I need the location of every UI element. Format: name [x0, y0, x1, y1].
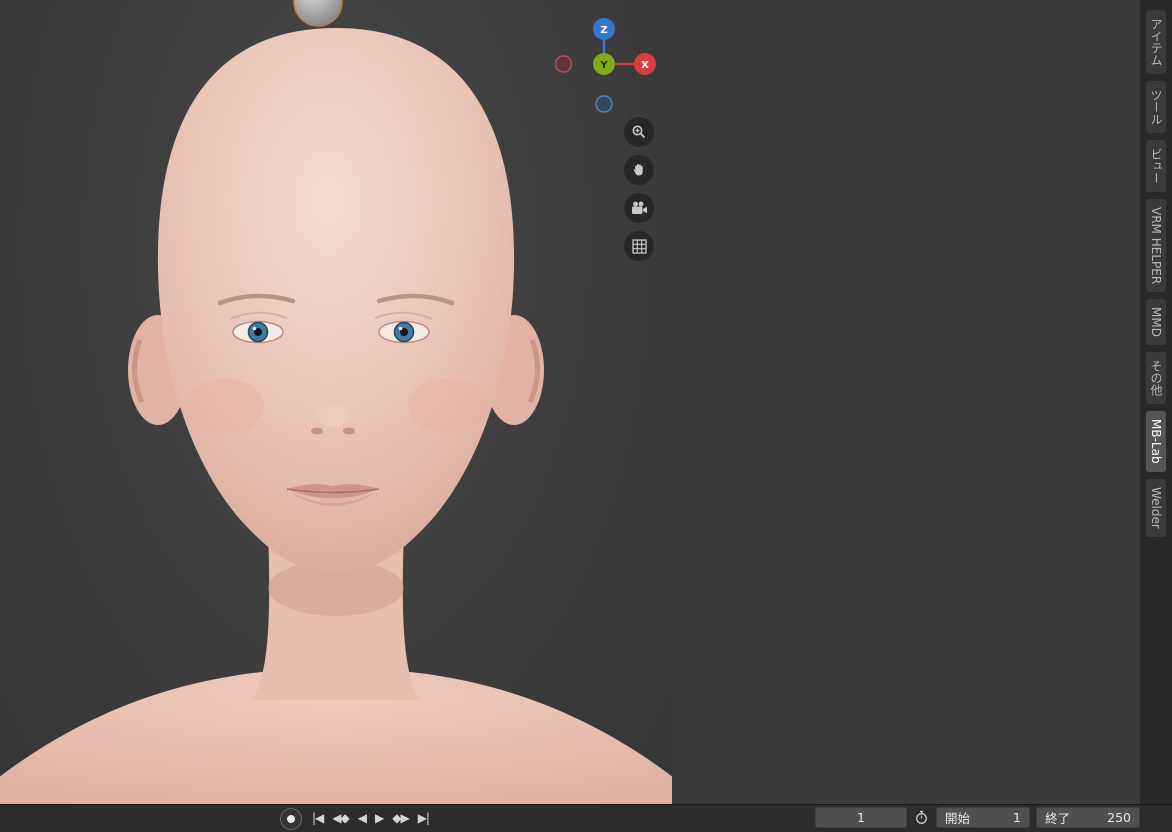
tab-other[interactable]: その他 — [1146, 352, 1166, 405]
gizmo-neg-x-ball[interactable] — [555, 55, 573, 73]
pan-hand-icon — [633, 164, 643, 176]
viewport-navigation-gizmo[interactable]: Z Y X — [555, 12, 665, 124]
zoom-icon — [632, 125, 646, 139]
camera-icon — [631, 201, 647, 214]
frame-end-value: 250 — [1107, 810, 1131, 825]
gizmo-y-ball[interactable]: Y — [593, 53, 615, 75]
gizmo-x-ball[interactable]: X — [634, 53, 656, 75]
frame-start-label: 開始 — [945, 811, 971, 826]
jump-to-end-button[interactable]: ▶| — [418, 811, 430, 825]
mblab-sidebar-panel: https://www.mblab.dev CREATION TOOLS Age… — [672, 0, 1140, 804]
play-button[interactable]: ▶ — [375, 811, 384, 825]
gizmo-z-ball[interactable]: Z — [593, 18, 615, 40]
tab-welder[interactable]: Welder — [1146, 478, 1166, 537]
zoom-button[interactable] — [624, 117, 654, 147]
viewport-tool-buttons — [624, 117, 656, 261]
grid-toggle-button[interactable] — [624, 231, 654, 261]
record-dot-icon — [287, 815, 295, 823]
current-frame-field[interactable]: 1 — [815, 807, 907, 828]
tab-tool[interactable]: ツール — [1146, 81, 1166, 133]
jump-to-start-button[interactable]: |◀ — [312, 811, 324, 825]
grid-icon — [631, 238, 647, 254]
next-keyframe-button[interactable]: ◆▶ — [392, 811, 409, 825]
frame-start-value: 1 — [1013, 810, 1021, 825]
gizmo-z-label: Z — [600, 25, 607, 36]
gizmo-y-label: Y — [599, 60, 608, 71]
playback-controls: |◀ ◀◆ ◀ ▶ ◆▶ ▶| — [312, 804, 430, 832]
tab-vrm-helper[interactable]: VRM HELPER — [1146, 199, 1166, 293]
prev-keyframe-button[interactable]: ◀◆ — [332, 811, 349, 825]
tab-mmd[interactable]: MMD — [1146, 299, 1166, 346]
pan-button[interactable] — [624, 155, 654, 185]
blender-window: Z Y X アイテム ツール ビュー VRM HELPER MMD その他 MB… — [0, 0, 1172, 832]
gizmo-neg-z-ball[interactable] — [595, 95, 613, 113]
frame-end-field[interactable]: 終了 250 — [1036, 807, 1140, 828]
3d-viewport[interactable]: Z Y X — [0, 0, 672, 804]
gizmo-x-label: X — [641, 60, 649, 71]
frame-start-field[interactable]: 開始 1 — [936, 807, 1030, 828]
record-button[interactable] — [280, 808, 302, 830]
tab-mblab[interactable]: MB-Lab — [1146, 411, 1166, 472]
current-frame-value: 1 — [857, 810, 865, 825]
stopwatch-icon — [916, 810, 927, 824]
tab-view[interactable]: ビュー — [1146, 140, 1166, 192]
camera-view-button[interactable] — [624, 193, 654, 223]
tab-item[interactable]: アイテム — [1146, 10, 1166, 74]
sidebar-tab-strip: アイテム ツール ビュー VRM HELPER MMD その他 MB-Lab W… — [1140, 0, 1172, 804]
play-reverse-button[interactable]: ◀ — [358, 811, 367, 825]
frame-end-label: 終了 — [1045, 811, 1071, 826]
